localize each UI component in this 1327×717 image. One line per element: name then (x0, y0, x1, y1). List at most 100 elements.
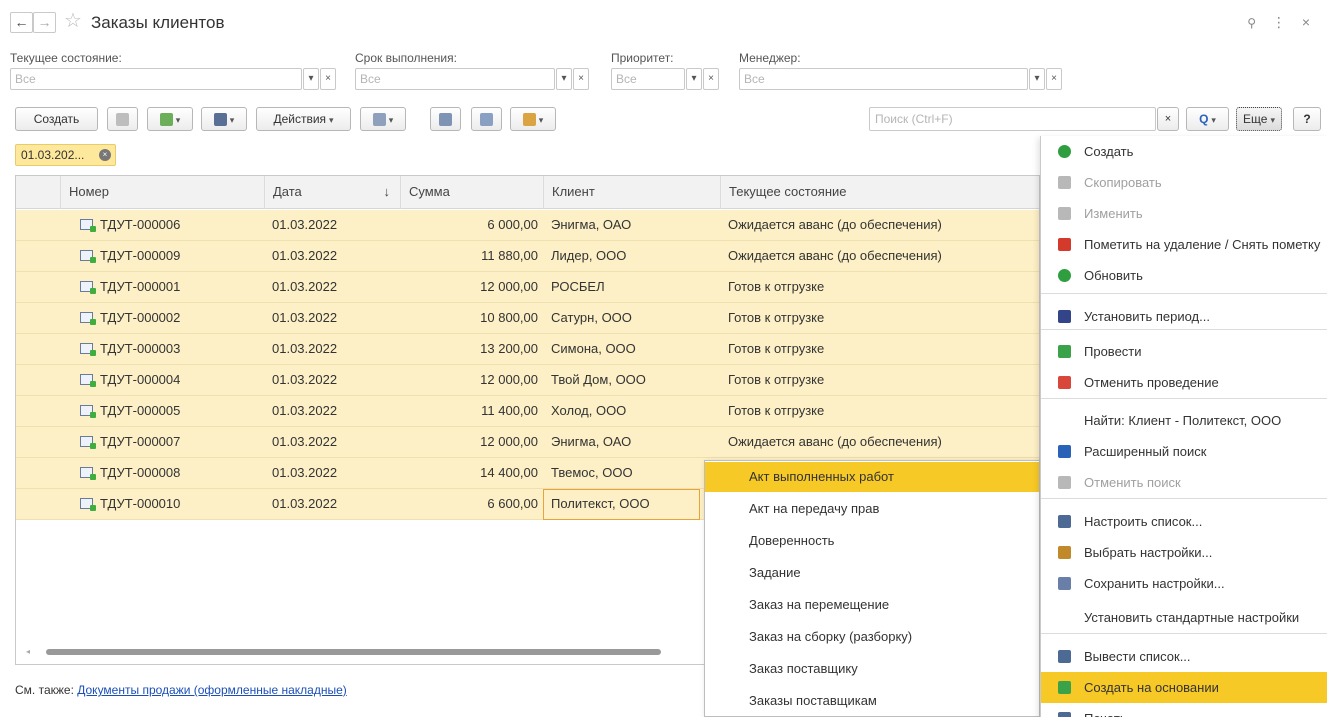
more-menu-item: Отменить поиск (1041, 467, 1327, 498)
priority-dropdown-button[interactable]: ▾ (686, 68, 702, 90)
cell-date: 01.03.2022 (272, 465, 338, 480)
remove-filter-icon[interactable]: × (99, 149, 111, 161)
search-input[interactable]: Поиск (Ctrl+F) (869, 107, 1156, 131)
cell-date: 01.03.2022 (272, 279, 338, 294)
state-filter-input[interactable]: Все (10, 68, 302, 90)
submenu-item[interactable]: Доверенность (705, 526, 1039, 556)
table-row[interactable]: ТДУТ-000002 01.03.2022 10 800,00 Сатурн, ОО… (16, 303, 1039, 334)
horizontal-scrollbar[interactable]: ◂ (26, 647, 701, 656)
close-icon[interactable]: × (1302, 14, 1310, 30)
submenu-item[interactable]: Заказ на сборку (разборку) (705, 622, 1039, 652)
table-row[interactable]: ТДУТ-000004 01.03.2022 12 000,00 Твой Дом, … (16, 365, 1039, 396)
manager-filter-input[interactable]: Все (739, 68, 1028, 90)
more-vertical-icon[interactable]: ⋮ (1272, 14, 1286, 30)
more-menu-item[interactable]: Создать на основании (1041, 672, 1327, 703)
link-icon[interactable]: ⚲ (1247, 16, 1256, 30)
more-menu-item-label: Пометить на удаление / Снять пометку (1084, 237, 1321, 252)
table-row[interactable]: ТДУТ-000007 01.03.2022 12 000,00 Энигма, ОА… (16, 427, 1039, 458)
submenu-item[interactable]: Задание (705, 558, 1039, 588)
table-row[interactable]: ТДУТ-000005 01.03.2022 11 400,00 Холод, ООО… (16, 396, 1039, 427)
more-menu-item-label: Изменить (1084, 206, 1143, 221)
cell-client: РОСБЕЛ (551, 279, 605, 294)
posted-document-icon (80, 343, 96, 356)
manager-clear-button[interactable]: × (1046, 68, 1062, 90)
more-menu-item[interactable]: Выбрать настройки... (1041, 537, 1327, 568)
create-button[interactable]: Создать (15, 107, 98, 131)
attachments-dropdown-button[interactable]: ▾ (510, 107, 556, 131)
column-header-client[interactable]: Клиент (543, 176, 720, 209)
more-button[interactable]: Еще ▾ (1236, 107, 1282, 131)
deadline-dropdown-button[interactable]: ▾ (556, 68, 572, 90)
cell-sum: 11 400,00 (481, 403, 538, 418)
priority-filter-input[interactable]: Все (611, 68, 685, 90)
see-also-link[interactable]: Документы продажи (оформленные накладные… (77, 683, 347, 697)
output-list-icon (1058, 650, 1071, 663)
cell-date: 01.03.2022 (272, 434, 338, 449)
more-menu-item-label: Установить стандартные настройки (1084, 610, 1300, 625)
column-header-number[interactable]: Номер (60, 176, 264, 209)
more-menu-item[interactable]: Расширенный поиск (1041, 436, 1327, 467)
deadline-clear-button[interactable]: × (573, 68, 589, 90)
more-menu-item[interactable]: Настроить список... (1041, 506, 1327, 537)
pencil-icon (1058, 207, 1071, 220)
cell-date: 01.03.2022 (272, 341, 338, 356)
more-menu-item[interactable]: Вывести список... (1041, 641, 1327, 672)
submenu-item[interactable]: Заказ на перемещение (705, 590, 1039, 620)
submenu-item[interactable]: Акт на передачу прав (705, 494, 1039, 524)
cell-number: ТДУТ-000007 (60, 427, 264, 458)
copy-button[interactable] (107, 107, 138, 131)
list-button[interactable] (430, 107, 461, 131)
search-clear-button[interactable]: × (1157, 107, 1179, 131)
submenu-item[interactable]: Акт выполненных работ (705, 462, 1039, 492)
cell-number: ТДУТ-000001 (60, 272, 264, 303)
priority-clear-button[interactable]: × (703, 68, 719, 90)
more-menu-item[interactable]: Найти: Клиент - Политекст, ООО (1041, 405, 1327, 436)
search-dropdown-button[interactable]: Q ▾ (1186, 107, 1229, 131)
print-dropdown-button[interactable]: ▾ (201, 107, 247, 131)
favorite-star-icon[interactable]: ☆ (64, 10, 82, 32)
back-button[interactable]: ← (10, 12, 33, 33)
cell-sum: 12 000,00 (480, 279, 538, 294)
more-menu-item[interactable]: Установить период... (1041, 301, 1327, 332)
print-icon (213, 113, 227, 127)
more-menu-item[interactable]: Отменить проведение (1041, 367, 1327, 398)
table-row[interactable]: ТДУТ-000006 01.03.2022 6 000,00 Энигма, ОАО… (16, 210, 1039, 241)
post-dropdown-button[interactable]: ▾ (147, 107, 193, 131)
manager-dropdown-button[interactable]: ▾ (1029, 68, 1045, 90)
state-clear-button[interactable]: × (320, 68, 336, 90)
state-dropdown-button[interactable]: ▾ (303, 68, 319, 90)
column-header-sum[interactable]: Сумма (400, 176, 543, 209)
help-button[interactable]: ? (1293, 107, 1321, 131)
reports-dropdown-button[interactable]: ▾ (360, 107, 406, 131)
deadline-filter-input[interactable]: Все (355, 68, 555, 90)
more-menu-item[interactable]: Провести (1041, 336, 1327, 367)
post-icon (1058, 345, 1071, 358)
manager-filter-label: Менеджер: (739, 51, 801, 65)
table-row[interactable]: ТДУТ-000001 01.03.2022 12 000,00 РОСБЕЛ Гото… (16, 272, 1039, 303)
actions-button[interactable]: Действия ▾ (256, 107, 351, 131)
submenu-item[interactable]: Заказ поставщику (705, 654, 1039, 684)
window: ← → ☆ Заказы клиентов ⚲ ⋮ × Текущее сост… (0, 0, 1327, 717)
column-header-state[interactable]: Текущее состояние (720, 176, 1040, 209)
more-menu-item[interactable]: Создать (1041, 136, 1327, 167)
column-header-date[interactable]: Дата ↓ (264, 176, 400, 209)
more-menu-item[interactable]: Сохранить настройки... (1041, 568, 1327, 599)
more-menu-item[interactable]: Обновить (1041, 260, 1327, 291)
document-icon (480, 113, 493, 127)
search-icon: Q (1199, 112, 1209, 126)
more-menu-item[interactable]: Пометить на удаление / Снять пометку (1041, 229, 1327, 260)
forward-button[interactable]: → (33, 12, 56, 33)
table-row[interactable]: ТДУТ-000003 01.03.2022 13 200,00 Симона, ОО… (16, 334, 1039, 365)
more-label: Еще (1243, 112, 1268, 126)
more-menu-item[interactable]: Печать (1041, 703, 1327, 717)
cell-state: Готов к отгрузке (728, 279, 825, 294)
scrollbar-thumb[interactable] (46, 649, 661, 655)
document-button[interactable] (471, 107, 502, 131)
refresh-icon (1058, 269, 1071, 282)
scroll-left-icon[interactable]: ◂ (26, 647, 30, 656)
submenu-item[interactable]: Заказы поставщикам (705, 686, 1039, 716)
date-filter-tag[interactable]: 01.03.202... × (15, 144, 116, 166)
more-menu-item-label: Сохранить настройки... (1084, 576, 1225, 591)
table-row[interactable]: ТДУТ-000009 01.03.2022 11 880,00 Лидер, ООО… (16, 241, 1039, 272)
more-menu-item[interactable]: Установить стандартные настройки (1041, 602, 1327, 633)
